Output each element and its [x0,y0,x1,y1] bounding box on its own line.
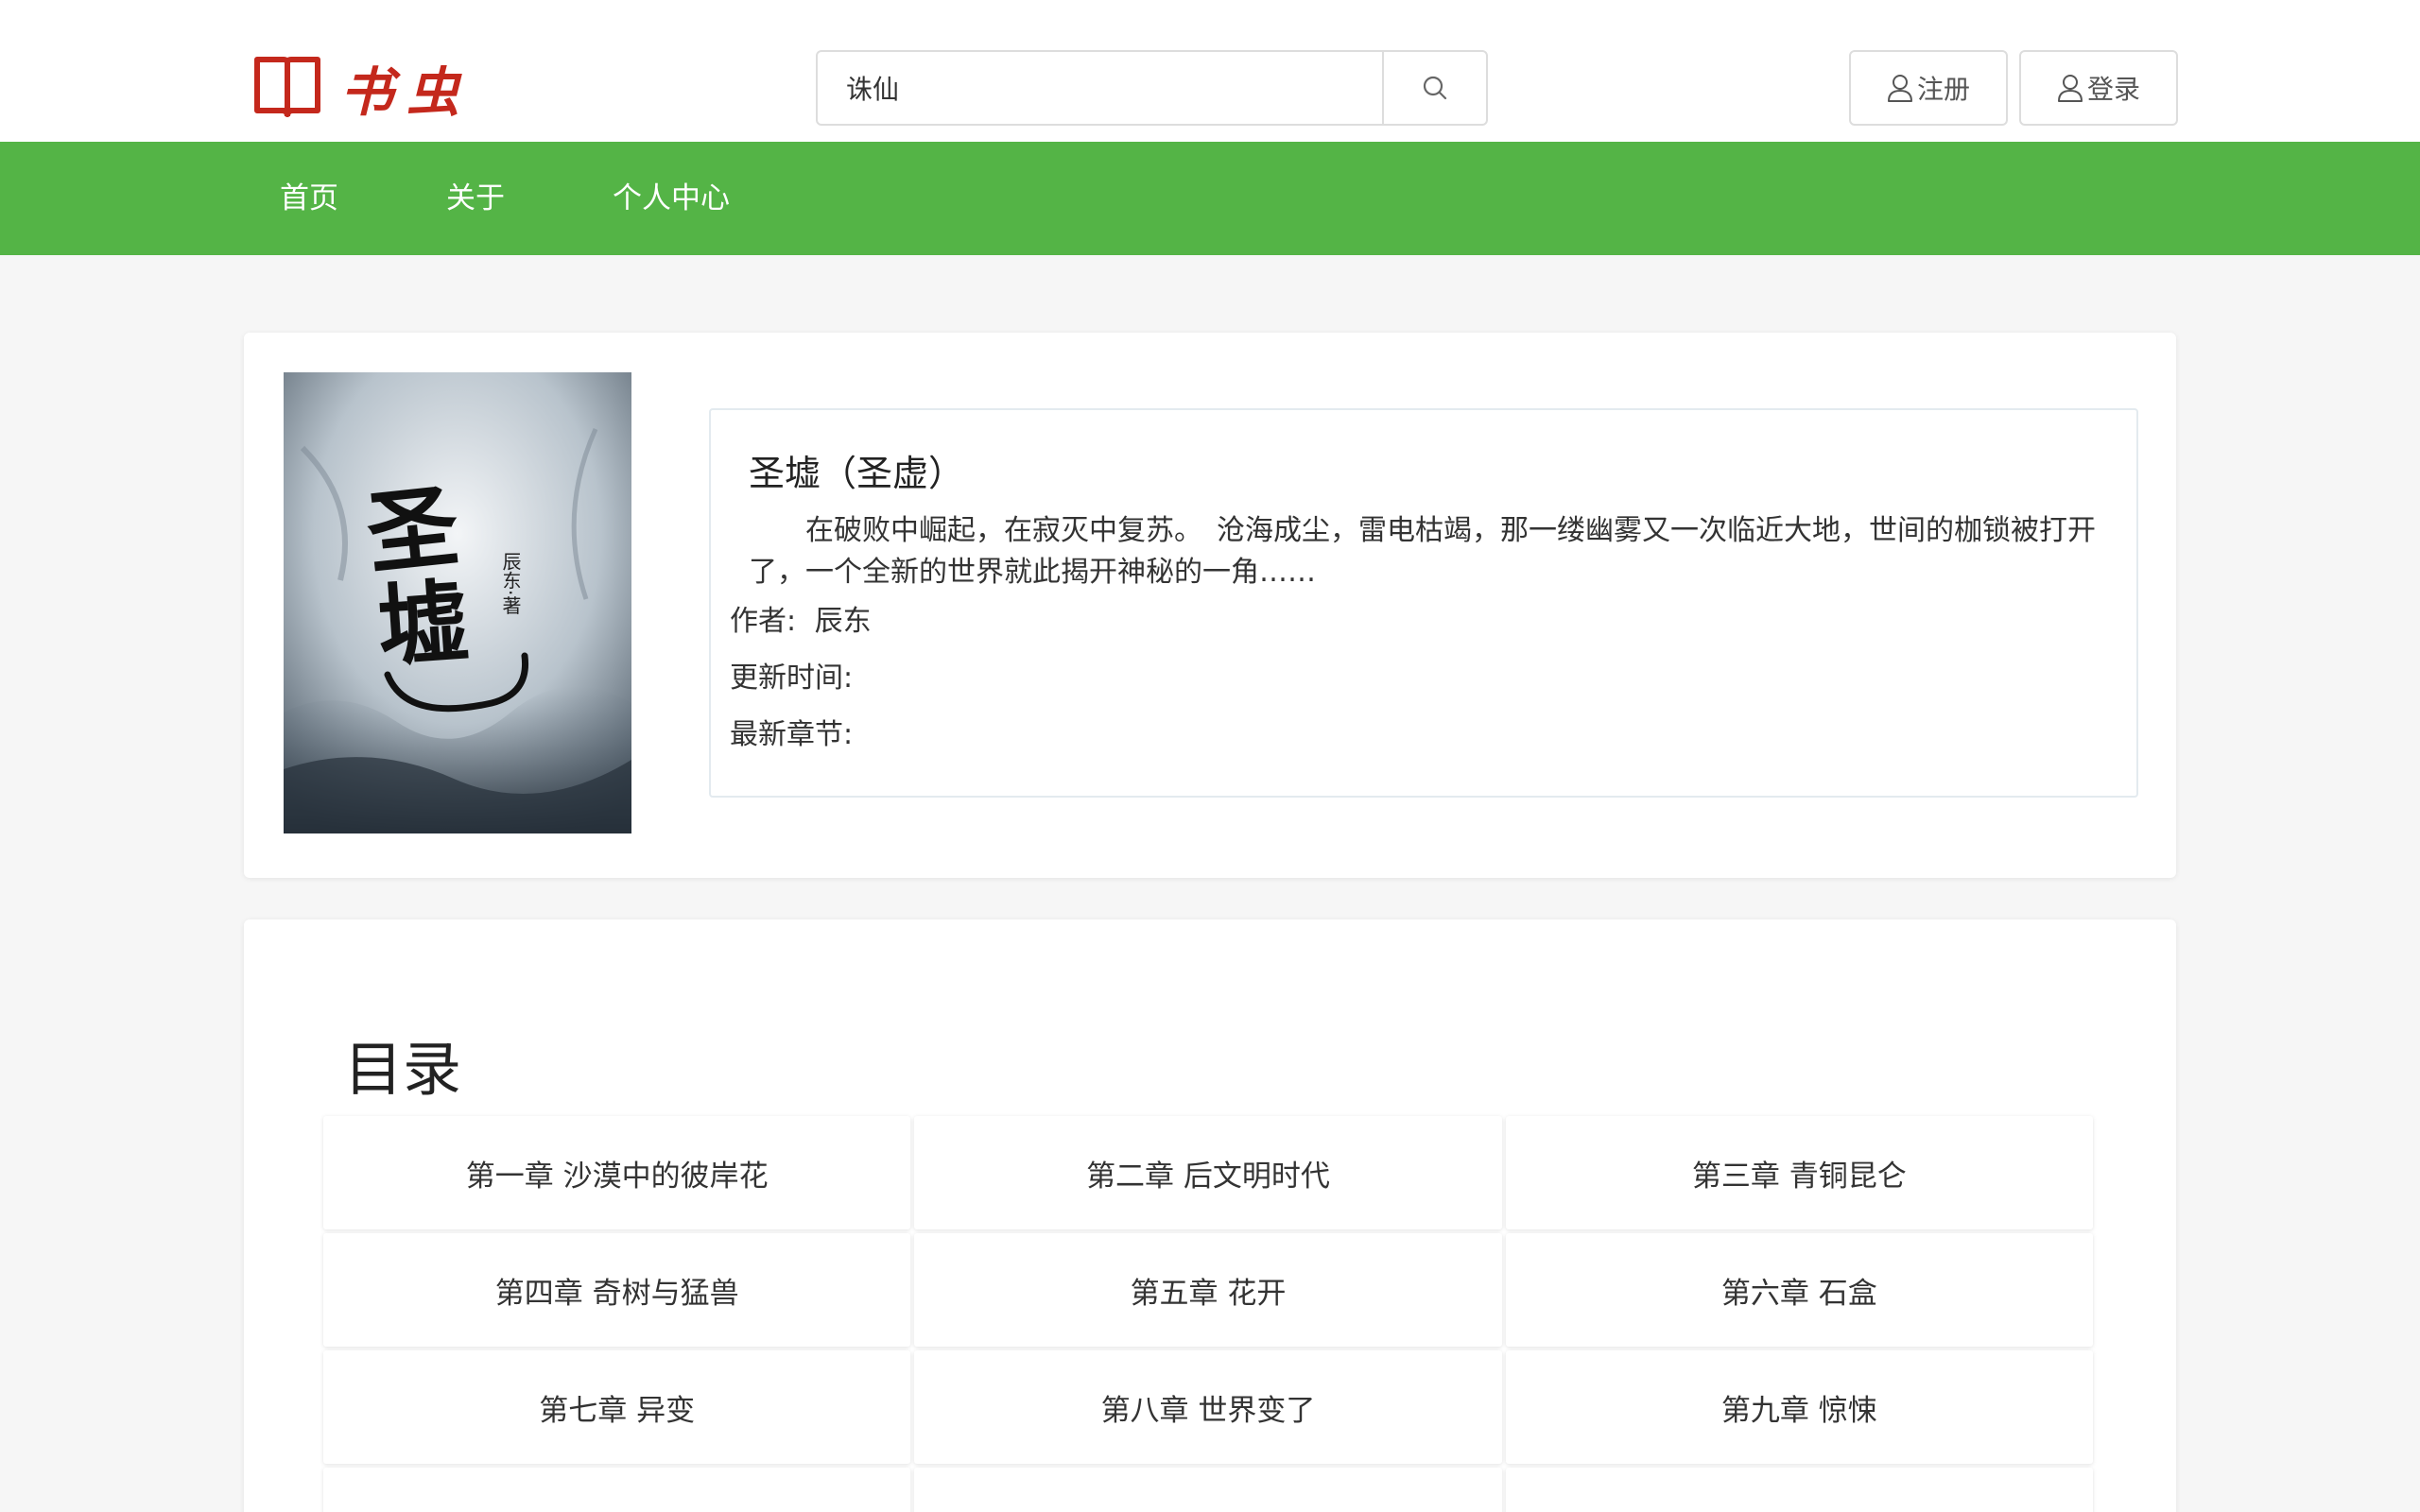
search-button[interactable] [1382,52,1486,124]
chapter-item[interactable]: 第三章 青铜昆仑 [1505,1116,2093,1229]
book-logo-icon [254,57,320,117]
latest-chapter-label: 最新章节: [730,718,854,751]
nav-item-profile[interactable]: 个人中心 [613,142,730,255]
author-value[interactable]: 辰东 [815,605,872,638]
chapter-item[interactable]: 第七章 异变 [323,1350,911,1464]
nav-item-home[interactable]: 首页 [280,142,338,255]
chapter-item[interactable]: 第二章 后文明时代 [914,1116,1502,1229]
book-update-row: 更新时间: [730,654,853,696]
book-cover: 圣 墟 辰东·著 [284,372,631,833]
header: 书虫 注册 登录 [0,0,2420,142]
search-bar [816,50,1488,126]
chapter-item[interactable] [914,1468,1502,1512]
register-button[interactable]: 注册 [1849,50,2008,126]
chapter-item[interactable]: 第一章 沙漠中的彼岸花 [323,1116,911,1229]
chapter-item[interactable]: 第六章 石盒 [1505,1233,2093,1347]
login-button[interactable]: 登录 [2019,50,2178,126]
toc-title: 目录 [344,1035,462,1104]
update-time-label: 更新时间: [730,662,854,695]
main-nav: 首页 关于 个人中心 [0,142,2420,255]
chapter-item[interactable] [1505,1468,2093,1512]
logo[interactable]: 书虫 [253,55,473,124]
nav-item-about[interactable]: 关于 [446,142,505,255]
book-description: 在破败中崛起，在寂灭中复苏。 沧海成尘，雷电枯竭，那一缕幽雾又一次临近大地，世间… [749,514,2096,589]
book-info-card: 圣 墟 辰东·著 圣墟（圣虚） 在破败中崛起，在寂灭中复苏。 沧海成尘，雷电枯竭… [244,333,2176,878]
register-label: 注册 [1916,74,1970,105]
chapter-item[interactable] [323,1468,911,1512]
book-latest-row: 最新章节: [730,711,853,752]
book-title: 圣墟（圣虚） [749,453,965,494]
user-icon [2057,75,2083,102]
toc-card: 目录 第一章 沙漠中的彼岸花 第二章 后文明时代 第三章 青铜昆仑 第四章 奇树… [244,919,2176,1512]
chapter-item[interactable]: 第九章 惊悚 [1505,1350,2093,1464]
chapter-item[interactable]: 第八章 世界变了 [914,1350,1502,1464]
cover-title-char-2: 墟 [374,568,473,680]
search-input[interactable] [818,52,1382,124]
cover-author: 辰东·著 [499,552,522,614]
author-label: 作者: [730,605,797,638]
book-info-box: 圣墟（圣虚） 在破败中崛起，在寂灭中复苏。 沧海成尘，雷电枯竭，那一缕幽雾又一次… [709,408,2138,798]
login-label: 登录 [2086,74,2140,105]
user-icon [1887,75,1912,102]
chapter-item[interactable]: 第五章 花开 [914,1233,1502,1347]
logo-text: 书虫 [340,60,473,124]
book-author-row: 作者: 辰东 [730,597,872,639]
search-icon [1423,76,1447,100]
book-cover-image: 圣 墟 辰东·著 [284,372,631,833]
chapter-grid: 第一章 沙漠中的彼岸花 第二章 后文明时代 第三章 青铜昆仑 第四章 奇树与猛兽… [323,1116,2093,1512]
chapter-item[interactable]: 第四章 奇树与猛兽 [323,1233,911,1347]
